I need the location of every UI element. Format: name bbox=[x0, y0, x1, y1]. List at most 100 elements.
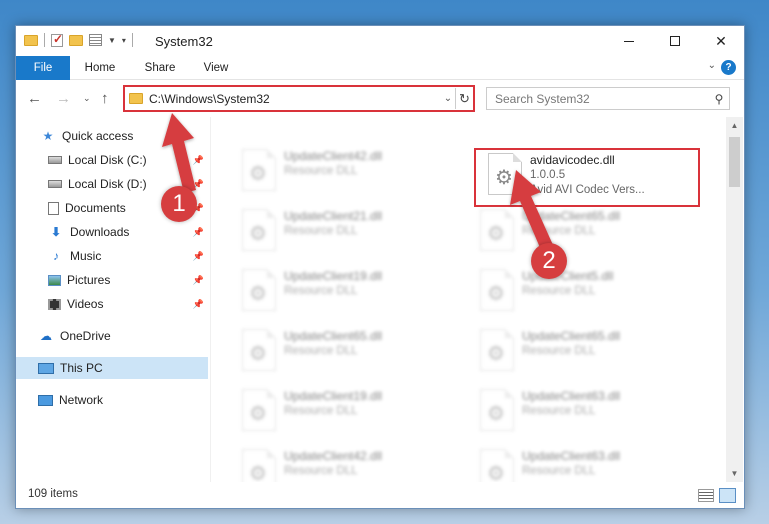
address-path[interactable]: C:\Windows\System32 bbox=[149, 92, 441, 106]
file-name: UpdateClient63.dll bbox=[522, 389, 621, 403]
vertical-scrollbar[interactable]: ▲ ▼ bbox=[726, 117, 743, 482]
disk-icon bbox=[48, 156, 62, 164]
scroll-thumb[interactable] bbox=[729, 137, 740, 187]
pin-icon[interactable]: 📌 bbox=[193, 227, 204, 238]
file-type: Resource DLL bbox=[522, 465, 596, 477]
pin-icon[interactable]: 📌 bbox=[193, 155, 204, 166]
sidebar-item-label: Downloads bbox=[70, 225, 130, 239]
item-count: 109 items bbox=[28, 488, 78, 500]
tab-home[interactable]: Home bbox=[78, 56, 122, 80]
properties-check-icon[interactable] bbox=[51, 32, 63, 47]
search-icon[interactable]: ⚲ bbox=[709, 92, 729, 106]
toolbar-divider bbox=[131, 33, 133, 47]
list-item[interactable]: ⚙ UpdateClient21.dll Resource DLL bbox=[232, 203, 462, 255]
scroll-up-icon[interactable]: ▲ bbox=[726, 117, 743, 134]
gear-icon: ⚙ bbox=[487, 223, 505, 245]
list-item[interactable]: ⚙ UpdateClient65.dll Resource DLL bbox=[470, 203, 700, 255]
sidebar-item-music[interactable]: ♪ Music 📌 bbox=[16, 245, 208, 267]
list-item[interactable]: ⚙ UpdateClient19.dll Resource DLL bbox=[232, 263, 462, 315]
documents-icon bbox=[48, 201, 59, 215]
file-name: UpdateClient65.dll bbox=[284, 329, 383, 343]
up-arrow-icon[interactable]: ↑ bbox=[101, 90, 109, 107]
sidebar-item-network[interactable]: Network bbox=[16, 389, 208, 411]
sidebar-item-onedrive[interactable]: ☁ OneDrive bbox=[16, 325, 208, 347]
customize-toolbar-icon[interactable]: ▾ bbox=[122, 36, 126, 45]
dll-file-icon: ⚙ bbox=[242, 449, 276, 482]
pin-icon[interactable]: 📌 bbox=[193, 251, 204, 262]
file-name: UpdateClient42.dll bbox=[284, 449, 383, 463]
list-item[interactable]: ⚙ UpdateClient63.dll Resource DLL bbox=[470, 443, 700, 482]
file-type: Resource DLL bbox=[284, 225, 358, 237]
gear-icon: ⚙ bbox=[487, 283, 505, 305]
file-type: Resource DLL bbox=[284, 285, 358, 297]
minimize-button[interactable] bbox=[606, 26, 652, 56]
dll-file-icon: ⚙ bbox=[480, 209, 514, 251]
search-box[interactable]: ⚲ bbox=[486, 87, 730, 110]
pin-icon[interactable]: 📌 bbox=[193, 299, 204, 310]
file-type: Resource DLL bbox=[522, 225, 596, 237]
tab-file[interactable]: File bbox=[16, 56, 70, 80]
dll-file-icon: ⚙ bbox=[480, 449, 514, 482]
gear-icon: ⚙ bbox=[249, 463, 267, 482]
new-folder-icon[interactable] bbox=[69, 34, 83, 46]
close-button[interactable]: ✕ bbox=[698, 26, 744, 56]
sidebar-item-label: This PC bbox=[60, 361, 103, 375]
dll-file-icon: ⚙ bbox=[242, 209, 276, 251]
sidebar-item-label: Network bbox=[59, 393, 104, 407]
ribbon-tabs: File Home Share View ⌄ ? bbox=[16, 56, 744, 80]
quick-access-toolbar: ▼ ▾ bbox=[24, 32, 133, 47]
file-name: UpdateClient63.dll bbox=[522, 449, 621, 463]
properties-icon[interactable] bbox=[89, 34, 102, 46]
expand-ribbon-icon[interactable]: ⌄ bbox=[708, 60, 716, 71]
pin-icon[interactable]: 📌 bbox=[193, 275, 204, 286]
list-item[interactable]: ⚙ UpdateClient19.dll Resource DLL bbox=[232, 383, 462, 435]
sidebar-item-pictures[interactable]: Pictures 📌 bbox=[16, 269, 208, 291]
sidebar-item-label: Local Disk (C:) bbox=[68, 153, 147, 167]
address-bar[interactable]: C:\Windows\System32 ⌄ ↻ bbox=[123, 85, 475, 112]
pin-icon[interactable]: 📌 bbox=[193, 179, 204, 190]
file-type: Resource DLL bbox=[522, 285, 596, 297]
list-item[interactable]: ⚙ UpdateClient63.dll Resource DLL bbox=[470, 383, 700, 435]
tab-share[interactable]: Share bbox=[138, 56, 182, 80]
star-icon: ★ bbox=[42, 129, 54, 143]
list-item[interactable]: ⚙ UpdateClient5.dll Resource DLL bbox=[470, 263, 700, 315]
gear-icon: ⚙ bbox=[249, 163, 267, 185]
sidebar-item-downloads[interactable]: ⬇ Downloads 📌 bbox=[16, 221, 208, 243]
sidebar-item-label: Music bbox=[70, 249, 102, 263]
recent-locations-icon[interactable]: ⌄ bbox=[83, 93, 91, 104]
gear-icon: ⚙ bbox=[249, 223, 267, 245]
dll-file-icon: ⚙ bbox=[480, 389, 514, 431]
scroll-down-icon[interactable]: ▼ bbox=[726, 465, 743, 482]
list-item[interactable]: ⚙ UpdateClient42.dll Resource DLL bbox=[232, 143, 462, 195]
videos-icon bbox=[48, 298, 61, 310]
gear-icon: ⚙ bbox=[249, 283, 267, 305]
highlight-box bbox=[474, 148, 700, 207]
back-arrow-icon[interactable]: ← bbox=[27, 90, 42, 107]
file-name: UpdateClient65.dll bbox=[522, 209, 621, 223]
sidebar-item-videos[interactable]: Videos 📌 bbox=[16, 293, 208, 315]
title-bar: ▼ ▾ System32 ✕ bbox=[16, 26, 744, 56]
details-view-icon[interactable] bbox=[698, 489, 714, 502]
file-type: Resource DLL bbox=[522, 345, 596, 357]
maximize-button[interactable] bbox=[652, 26, 698, 56]
tab-view[interactable]: View bbox=[194, 56, 238, 80]
refresh-icon[interactable]: ↻ bbox=[455, 88, 473, 109]
large-icons-view-icon[interactable] bbox=[719, 488, 736, 503]
gear-icon: ⚙ bbox=[487, 403, 505, 425]
sidebar-item-this-pc[interactable]: This PC bbox=[16, 357, 208, 379]
step-2-badge: 2 bbox=[531, 243, 567, 279]
list-item[interactable]: ⚙ UpdateClient42.dll Resource DLL bbox=[232, 443, 462, 482]
chevron-down-icon[interactable]: ▼ bbox=[108, 36, 116, 45]
help-icon[interactable]: ? bbox=[721, 60, 736, 75]
explorer-window: ▼ ▾ System32 ✕ File Home Share View ⌄ ? … bbox=[15, 25, 745, 509]
sidebar-item-quick-access[interactable]: ★ Quick access bbox=[16, 125, 208, 147]
forward-arrow-icon[interactable]: → bbox=[56, 90, 71, 107]
chevron-down-icon[interactable]: ⌄ bbox=[441, 93, 455, 104]
search-input[interactable] bbox=[495, 91, 709, 106]
list-item[interactable]: ⚙ UpdateClient65.dll Resource DLL bbox=[232, 323, 462, 375]
file-list: ⚙ UpdateClient42.dll Resource DLL ⚙ Upda… bbox=[212, 117, 726, 482]
sidebar-item-label: Local Disk (D:) bbox=[68, 177, 147, 191]
sidebar-item-local-disk-c[interactable]: Local Disk (C:) 📌 bbox=[16, 149, 208, 171]
minimize-icon bbox=[624, 40, 634, 42]
list-item[interactable]: ⚙ UpdateClient65.dll Resource DLL bbox=[470, 323, 700, 375]
